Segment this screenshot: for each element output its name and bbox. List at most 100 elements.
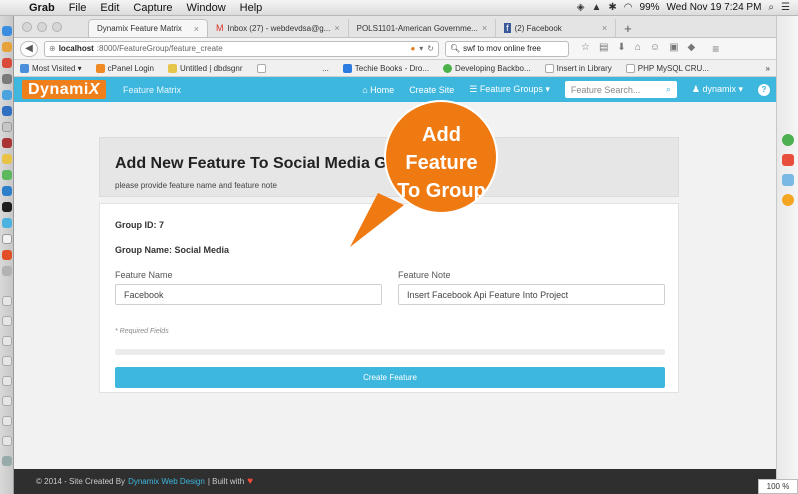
- tab-label: Dynamix Feature Matrix: [97, 24, 182, 33]
- bookmark-star-icon[interactable]: ☆: [581, 42, 590, 56]
- tab-dynamix[interactable]: Dynamix Feature Matrix ×: [88, 19, 208, 37]
- app-icon[interactable]: [2, 186, 12, 196]
- feature-search-input[interactable]: Feature Search... ⌕: [564, 81, 677, 98]
- trash-icon[interactable]: [2, 456, 12, 466]
- app-icon[interactable]: [2, 234, 12, 244]
- close-tab-icon[interactable]: ×: [482, 23, 487, 33]
- zoom-window-button[interactable]: [52, 22, 62, 32]
- app-icon[interactable]: [2, 154, 12, 164]
- document-icon[interactable]: [2, 436, 12, 446]
- bookmarks-overflow-button[interactable]: »: [766, 64, 770, 73]
- sync-icon[interactable]: ☺: [650, 42, 660, 56]
- menu-help[interactable]: Help: [233, 2, 270, 14]
- bookmark-more[interactable]: ...: [322, 64, 329, 73]
- app-icon[interactable]: [2, 202, 12, 212]
- menu-window[interactable]: Window: [180, 2, 233, 14]
- bookmark-insert-library[interactable]: Insert in Library: [544, 63, 612, 73]
- close-tab-icon[interactable]: ×: [194, 24, 199, 34]
- browser-window: Dynamix Feature Matrix × M Inbox (27) - …: [14, 16, 776, 494]
- document-icon[interactable]: [2, 316, 12, 326]
- reading-list-icon[interactable]: ▤: [599, 42, 608, 56]
- tab-pols[interactable]: POLS1101-American Governme... ×: [349, 19, 497, 37]
- bookmark-backbone[interactable]: Developing Backbo...: [443, 63, 531, 73]
- spotlight-icon[interactable]: ⌕: [768, 2, 774, 13]
- help-icon[interactable]: ?: [758, 83, 770, 96]
- navigation-bar: ◀ ⊕ localhost:8000/FeatureGroup/feature_…: [14, 38, 776, 60]
- search-icon[interactable]: ⌕: [666, 84, 671, 95]
- close-window-button[interactable]: [22, 22, 32, 32]
- toolbar-icons: ☆ ▤ ⬇ ⌂ ☺ ▣ ◆ ≡: [581, 42, 719, 56]
- search-bar[interactable]: 🔍︎ swf to mov online free: [445, 40, 569, 57]
- nav-feature-groups[interactable]: ☰ Feature Groups ▾: [469, 84, 550, 95]
- app-icon[interactable]: [782, 174, 794, 186]
- drive-icon[interactable]: ▲: [592, 2, 602, 13]
- document-icon[interactable]: [2, 296, 12, 306]
- document-icon[interactable]: [2, 336, 12, 346]
- document-icon[interactable]: [2, 396, 12, 406]
- bookmark-cpanel[interactable]: cPanel Login: [95, 63, 154, 73]
- menu-grab[interactable]: Grab: [22, 2, 62, 14]
- app-icon[interactable]: [2, 218, 12, 228]
- menu-icon[interactable]: ≡: [712, 42, 719, 56]
- bluetooth-icon[interactable]: ✱: [608, 2, 616, 13]
- app-icon[interactable]: [782, 154, 794, 166]
- clock[interactable]: Wed Nov 19 7:24 PM: [667, 2, 762, 13]
- document-icon[interactable]: [2, 356, 12, 366]
- app-icon[interactable]: [782, 194, 794, 206]
- app-icon[interactable]: [782, 134, 794, 146]
- tab-facebook[interactable]: f (2) Facebook ×: [496, 19, 617, 37]
- nav-home[interactable]: ⌂ Home: [362, 85, 394, 95]
- zoom-level[interactable]: 100 %: [758, 479, 798, 494]
- minimize-window-button[interactable]: [37, 22, 47, 32]
- nav-create-site[interactable]: Create Site: [409, 85, 454, 95]
- battery-level[interactable]: 99%: [640, 2, 660, 13]
- addon-icon[interactable]: ●: [410, 44, 415, 53]
- finder-icon[interactable]: [2, 26, 12, 36]
- close-tab-icon[interactable]: ×: [602, 23, 607, 33]
- nav-user-menu[interactable]: ♟ dynamix ▾: [692, 84, 743, 95]
- menu-edit[interactable]: Edit: [93, 2, 126, 14]
- app-icon[interactable]: [2, 106, 12, 116]
- notification-icon[interactable]: ☰: [781, 2, 790, 13]
- app-icon[interactable]: [2, 138, 12, 148]
- feature-name-input[interactable]: Facebook: [115, 284, 382, 305]
- app-icon[interactable]: [2, 170, 12, 180]
- bookmark-php-mysql[interactable]: PHP MySQL CRU...: [625, 63, 709, 73]
- app-icon[interactable]: [2, 122, 12, 132]
- url-bar[interactable]: ⊕ localhost:8000/FeatureGroup/feature_cr…: [44, 40, 439, 57]
- close-tab-icon[interactable]: ×: [334, 23, 339, 33]
- new-tab-button[interactable]: +: [616, 19, 640, 37]
- footer-link[interactable]: Dynamix Web Design: [128, 477, 205, 486]
- bookmark-placeholder[interactable]: [256, 63, 266, 73]
- app-icon[interactable]: [2, 58, 12, 68]
- footer-built-with: | Built with: [207, 477, 245, 486]
- bookmark-untitled[interactable]: Untitled | dbdsgnr: [167, 63, 243, 73]
- feature-note-input[interactable]: Insert Facebook Api Feature Into Project: [398, 284, 665, 305]
- app-icon[interactable]: [2, 266, 12, 276]
- app-icon[interactable]: [2, 42, 12, 52]
- menu-capture[interactable]: Capture: [126, 2, 179, 14]
- tab-bar: Dynamix Feature Matrix × M Inbox (27) - …: [14, 16, 776, 38]
- document-icon[interactable]: [2, 376, 12, 386]
- document-icon[interactable]: [2, 416, 12, 426]
- app-icon[interactable]: [2, 90, 12, 100]
- addon-icon[interactable]: ▣: [669, 42, 678, 56]
- create-feature-button[interactable]: Create Feature: [115, 367, 665, 388]
- app-icon[interactable]: [2, 74, 12, 84]
- app-icon[interactable]: [2, 250, 12, 260]
- extension-icon[interactable]: ◆: [688, 42, 696, 56]
- download-icon[interactable]: ⬇: [617, 42, 625, 56]
- tab-label: Inbox (27) - webdevdsa@g...: [227, 23, 331, 33]
- callout-line: Add: [422, 124, 461, 146]
- back-button[interactable]: ◀: [20, 40, 38, 57]
- site-logo[interactable]: Dynami X: [22, 80, 106, 99]
- dropdown-icon[interactable]: ▾: [419, 44, 423, 53]
- home-icon[interactable]: ⌂: [635, 42, 641, 56]
- dropbox-icon[interactable]: ◈: [577, 2, 585, 13]
- reload-icon[interactable]: ↻: [427, 44, 434, 53]
- bookmark-most-visited[interactable]: Most Visited ▾: [20, 63, 82, 73]
- tab-inbox[interactable]: M Inbox (27) - webdevdsa@g... ×: [208, 19, 349, 37]
- wifi-icon[interactable]: ◠: [624, 2, 633, 13]
- menu-file[interactable]: File: [62, 2, 94, 14]
- bookmark-techie-books[interactable]: Techie Books - Dro...: [342, 63, 429, 73]
